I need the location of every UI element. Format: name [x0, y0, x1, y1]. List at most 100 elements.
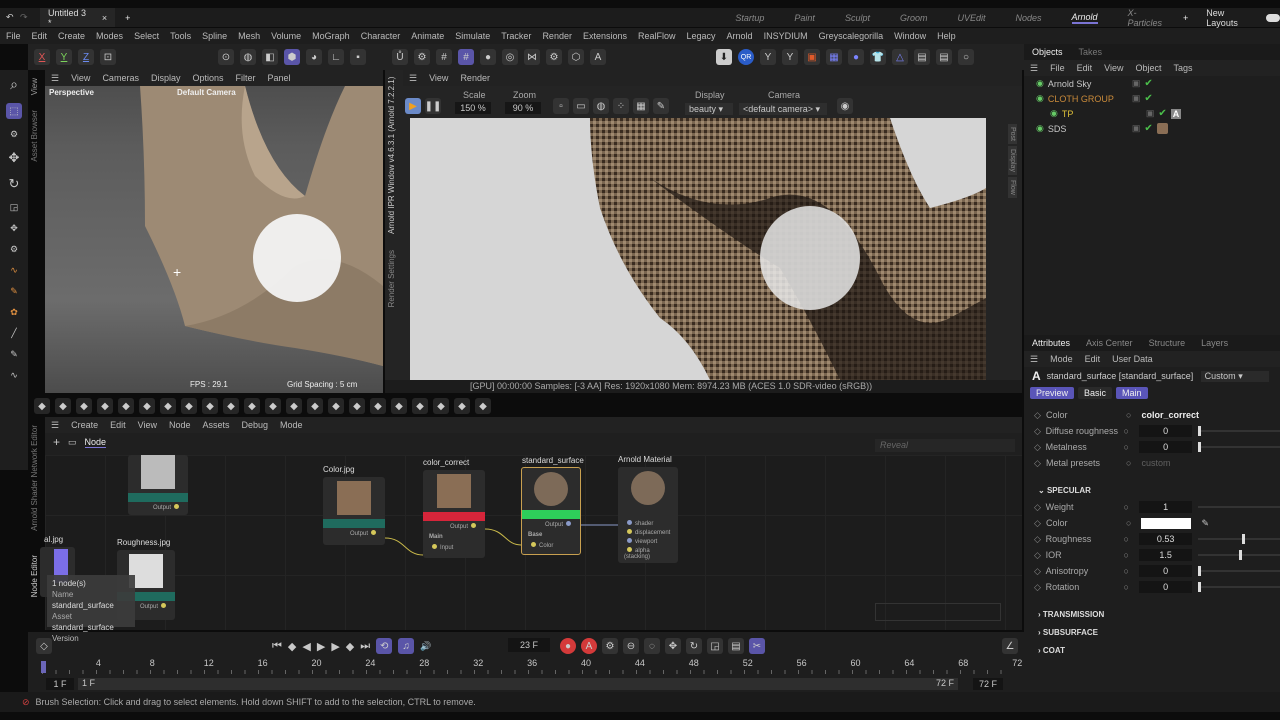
node-minimap[interactable] — [875, 603, 1001, 621]
slider-knob[interactable] — [1198, 442, 1202, 452]
object-row[interactable]: ◉ TP ▣ ✔ A — [1024, 106, 1280, 121]
paint-icon[interactable]: ✿ — [10, 307, 18, 318]
node-texture-top[interactable]: Output — [128, 455, 188, 515]
snap-settings-icon[interactable]: ⚙ — [414, 49, 430, 65]
target-icon[interactable]: ◎ — [502, 49, 518, 65]
person-icon[interactable]: ○ — [958, 49, 974, 65]
play-icon[interactable]: ▶ — [317, 640, 325, 653]
viewport-menu-view[interactable]: View — [71, 73, 90, 83]
shirt-icon[interactable]: 👕 — [870, 49, 886, 65]
globe-icon[interactable]: ◍ — [593, 98, 609, 114]
hamburger-icon[interactable]: ☰ — [51, 73, 59, 84]
lines-icon[interactable]: ◆ — [328, 398, 344, 414]
tree-icon[interactable]: Y — [760, 49, 776, 65]
attribute-value-field[interactable]: 0 — [1138, 565, 1193, 577]
animate-circle-icon[interactable]: ○ — [1123, 426, 1128, 436]
menu-render[interactable]: Render — [542, 31, 572, 41]
coordinate-system-icon[interactable]: ⊡ — [100, 49, 116, 65]
input-port[interactable]: Input — [440, 545, 453, 551]
menu-file[interactable]: File — [6, 31, 21, 41]
tree-icon[interactable]: ◆ — [391, 398, 407, 414]
keyframe-icon[interactable]: ◇ — [36, 638, 52, 654]
viewport-menu-cameras[interactable]: Cameras — [102, 73, 139, 83]
node-color-jpg[interactable]: Color.jpg Output — [323, 465, 385, 545]
edit-icon[interactable]: ▣ — [1132, 93, 1141, 104]
hanger-icon[interactable]: △ — [892, 49, 908, 65]
layout-tab-startup[interactable]: Startup — [735, 13, 764, 23]
render-settings-icon[interactable]: ▤ — [936, 49, 952, 65]
snap-icon[interactable]: Ů — [392, 49, 408, 65]
objects-menu-edit[interactable]: Edit — [1077, 63, 1093, 73]
gear-icon[interactable]: ◆ — [223, 398, 239, 414]
camera-dropdown[interactable]: <default camera> ▾ — [739, 103, 827, 115]
keyframe-diamond-icon[interactable]: ◇ — [1034, 458, 1046, 469]
range-slider[interactable]: 1 F 72 F — [78, 678, 958, 690]
enabled-check-icon[interactable]: ✔ — [1144, 123, 1152, 134]
hamburger-icon[interactable]: ☰ — [1030, 63, 1038, 74]
eyedropper-icon[interactable]: ✎ — [653, 98, 669, 114]
menu-window[interactable]: Window — [894, 31, 926, 41]
section-transmission[interactable]: › TRANSMISSION — [1024, 605, 1280, 623]
attribute-slider[interactable] — [1198, 534, 1280, 544]
edit-icon[interactable]: ▣ — [1132, 78, 1141, 89]
text-icon[interactable]: ◆ — [202, 398, 218, 414]
clapper-icon[interactable]: ▤ — [914, 49, 930, 65]
plugin-icon[interactable]: ◆ — [307, 398, 323, 414]
last-frame-icon[interactable]: ⏭ — [360, 640, 370, 653]
solo-icon[interactable]: ▪ — [350, 49, 366, 65]
layout-tab-groom[interactable]: Groom — [900, 13, 928, 23]
animate-circle-icon[interactable]: ○ — [1123, 534, 1128, 544]
camera-label[interactable]: Default Camera — [177, 88, 236, 97]
live-select-icon[interactable]: ⚙ — [10, 129, 18, 140]
current-frame-field[interactable]: 23 F — [508, 638, 550, 652]
node-standard-surface[interactable]: standard_surface Output Base Color — [521, 456, 584, 555]
menu-arnold[interactable]: Arnold — [727, 31, 753, 41]
tag-icon[interactable]: ▭ — [68, 437, 77, 448]
keyframe-diamond-icon[interactable]: ◇ — [1034, 518, 1046, 529]
model-mode-icon[interactable]: ⬢ — [284, 49, 300, 65]
loop-icon[interactable]: ⟲ — [376, 638, 393, 654]
placement-icon[interactable]: ⚙ — [10, 244, 18, 255]
render-view[interactable] — [410, 118, 986, 380]
menu-create[interactable]: Create — [58, 31, 85, 41]
attribute-value-field[interactable]: 0 — [1138, 425, 1193, 437]
autokey-icon[interactable]: A — [581, 638, 597, 654]
viewport-menu-display[interactable]: Display — [151, 73, 181, 83]
end-frame-field[interactable]: 72 F — [973, 678, 1003, 690]
first-frame-icon[interactable]: ⏮ — [272, 640, 282, 653]
node-menu-create[interactable]: Create — [71, 420, 98, 430]
object-name[interactable]: SDS — [1048, 124, 1128, 134]
bricks-icon[interactable]: ▦ — [826, 49, 842, 65]
attribute-value-field[interactable]: 0.53 — [1138, 533, 1193, 545]
attributes-menu-user-data[interactable]: User Data — [1112, 354, 1153, 364]
input-port[interactable]: displacement — [624, 528, 672, 537]
attribute-value[interactable]: custom — [1141, 458, 1170, 468]
points-mode-icon[interactable]: ⊙ — [218, 49, 234, 65]
node-canvas[interactable]: Output Color.jpg Output color_correct Ou… — [40, 455, 1022, 643]
spline-pen-icon[interactable]: ∿ — [10, 265, 18, 276]
redo-icon[interactable]: ↷ — [20, 12, 28, 23]
monitor-icon[interactable]: ▭ — [573, 98, 589, 114]
move-icon[interactable]: ✥ — [9, 150, 20, 166]
output-port[interactable]: Output — [545, 522, 563, 528]
workplane-icon[interactable]: # — [458, 49, 474, 65]
node-menu-debug[interactable]: Debug — [242, 420, 269, 430]
attribute-value-field[interactable]: 0 — [1138, 581, 1193, 593]
grid-icon[interactable]: # — [436, 49, 452, 65]
node-arnold-material[interactable]: Arnold Material shader displacement viewpo… — [618, 455, 678, 563]
objects-menu-tags[interactable]: Tags — [1173, 63, 1192, 73]
enabled-check-icon[interactable]: ✔ — [1158, 108, 1166, 119]
objects-menu-view[interactable]: View — [1104, 63, 1123, 73]
axis-z-button[interactable]: Z — [78, 49, 94, 65]
save-image-icon[interactable]: ◉ — [837, 98, 853, 114]
display-dropdown[interactable]: beauty ▾ — [685, 103, 733, 115]
zoom-field[interactable]: 90 % — [505, 102, 541, 114]
section-coat[interactable]: › COAT — [1024, 641, 1280, 659]
edit-icon[interactable]: ▣ — [1146, 108, 1155, 119]
arnold-icon[interactable]: ◆ — [454, 398, 470, 414]
attribute-slider[interactable] — [1198, 426, 1280, 436]
node-menu-node[interactable]: Node — [169, 420, 191, 430]
key-settings-icon[interactable]: ⚙ — [602, 638, 618, 654]
ipr-menu-render[interactable]: Render — [460, 73, 490, 83]
node-menu-assets[interactable]: Assets — [202, 420, 229, 430]
